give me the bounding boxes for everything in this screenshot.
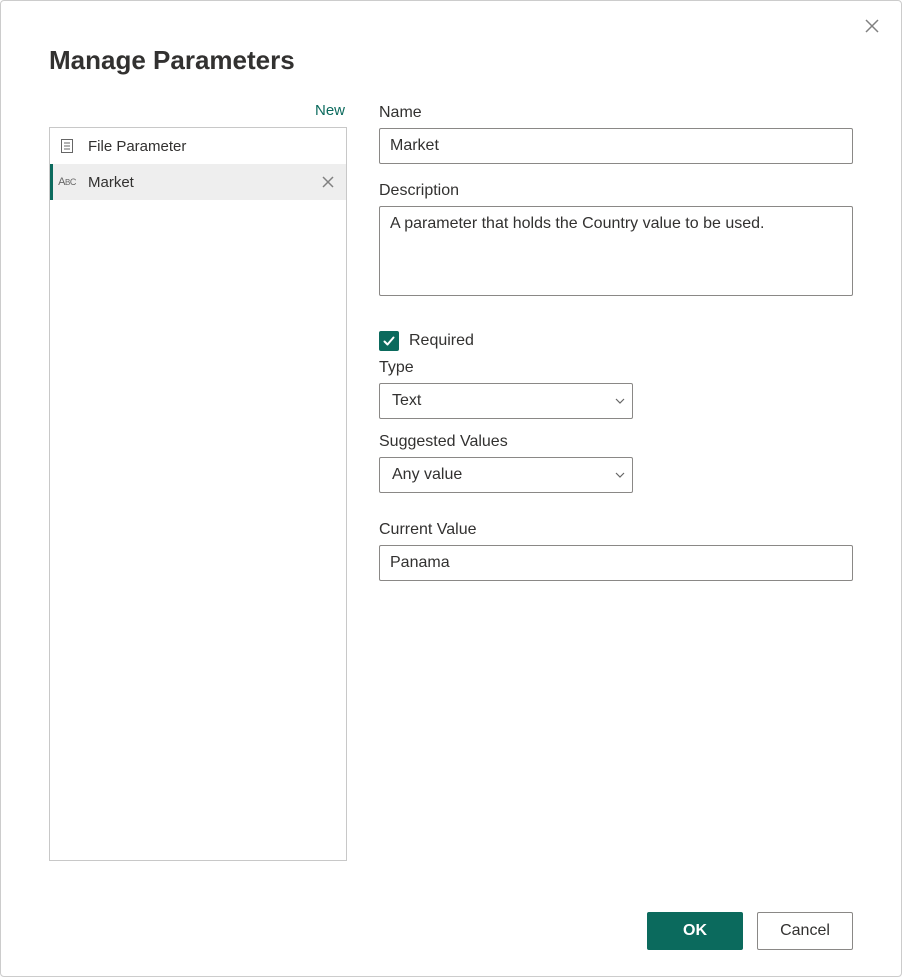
parameter-item-label: File Parameter bbox=[88, 138, 336, 155]
current-value-input[interactable] bbox=[379, 545, 853, 581]
dialog-footer: OK Cancel bbox=[647, 912, 853, 950]
cancel-button[interactable]: Cancel bbox=[757, 912, 853, 950]
parameter-item-market[interactable]: ABC Market bbox=[50, 164, 346, 200]
manage-parameters-dialog: Manage Parameters New File Parameter bbox=[0, 0, 902, 977]
name-input[interactable] bbox=[379, 128, 853, 164]
dialog-title: Manage Parameters bbox=[49, 45, 853, 76]
description-label: Description bbox=[379, 182, 853, 200]
text-type-icon: ABC bbox=[58, 173, 76, 191]
close-icon[interactable] bbox=[861, 15, 883, 37]
parameter-form: Name Description Required Type Text bbox=[379, 100, 853, 861]
type-label: Type bbox=[379, 359, 853, 377]
suggested-values-select-value: Any value bbox=[392, 466, 462, 484]
document-icon bbox=[58, 137, 76, 155]
new-parameter-link[interactable]: New bbox=[49, 100, 347, 127]
parameter-item-file-parameter[interactable]: File Parameter bbox=[50, 128, 346, 164]
parameter-list: File Parameter ABC Market bbox=[49, 127, 347, 861]
type-select-value: Text bbox=[392, 392, 421, 410]
parameter-list-panel: New File Parameter ABC Mar bbox=[49, 100, 347, 861]
description-input[interactable] bbox=[379, 206, 853, 296]
current-value-label: Current Value bbox=[379, 521, 853, 539]
name-label: Name bbox=[379, 104, 853, 122]
delete-parameter-icon[interactable] bbox=[320, 174, 336, 190]
parameter-item-label: Market bbox=[88, 174, 308, 191]
type-select[interactable]: Text bbox=[379, 383, 633, 419]
suggested-values-select[interactable]: Any value bbox=[379, 457, 633, 493]
required-label: Required bbox=[409, 332, 474, 350]
ok-button[interactable]: OK bbox=[647, 912, 743, 950]
suggested-values-label: Suggested Values bbox=[379, 433, 853, 451]
required-checkbox[interactable] bbox=[379, 331, 399, 351]
